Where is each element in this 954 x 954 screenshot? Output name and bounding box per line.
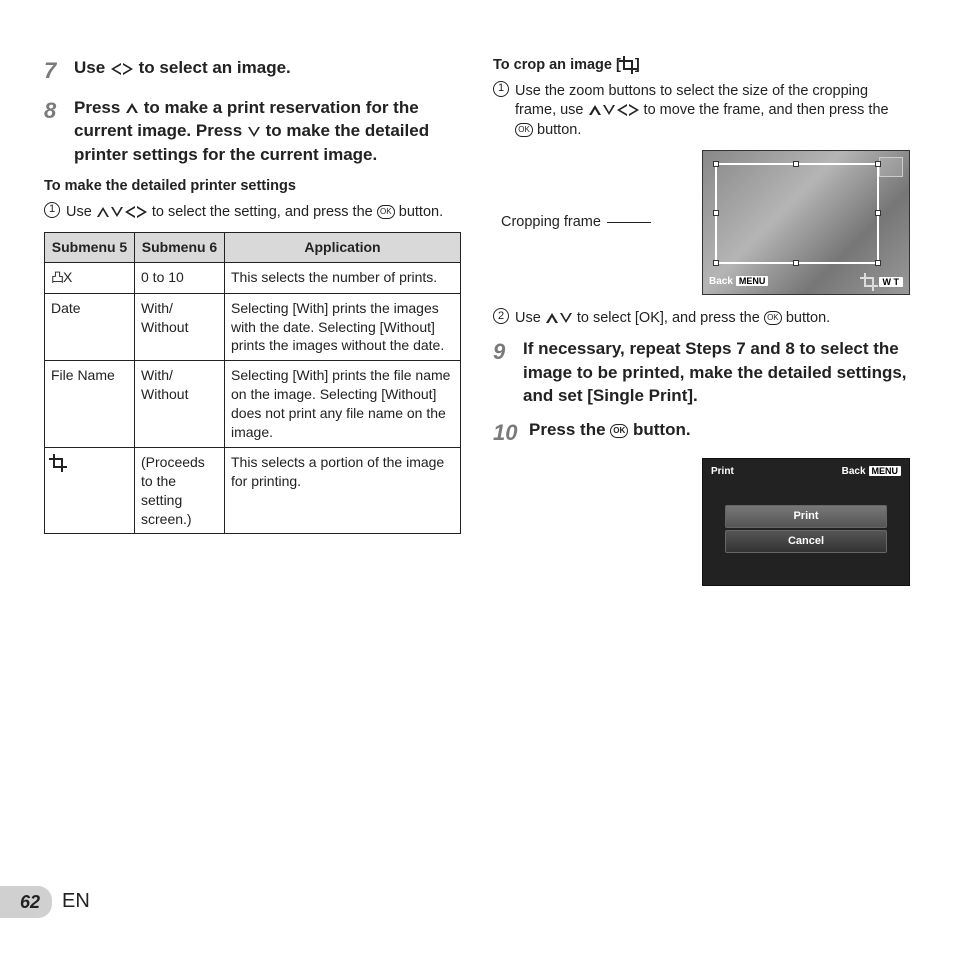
- crop-substep-1: 1 Use the zoom buttons to select the siz…: [493, 82, 910, 141]
- cropping-frame-callout: Cropping frame BackMENU W T: [501, 150, 910, 295]
- leader-line: [607, 222, 651, 223]
- ok-button-icon: OK: [764, 311, 782, 325]
- ok-button-icon: OK: [610, 424, 628, 438]
- circled-2-icon: 2: [493, 308, 509, 324]
- step-7: 7 Use to select an image.: [44, 56, 461, 86]
- col-submenu6: Submenu 6: [135, 233, 225, 263]
- table-row: Date With/ Without Selecting [With] prin…: [45, 293, 461, 361]
- page-number: 62: [0, 886, 52, 918]
- circled-1-icon: 1: [493, 81, 509, 97]
- right-arrow-icon: [123, 63, 133, 75]
- crop-icon: [621, 58, 635, 72]
- step-9: 9 If necessary, repeat Steps 7 and 8 to …: [493, 337, 910, 408]
- step-9-number: 9: [493, 337, 523, 367]
- detailed-settings-heading: To make the detailed printer settings: [44, 177, 461, 197]
- page-footer: 62 EN: [0, 886, 90, 918]
- overlay-badge-icon: [879, 157, 903, 177]
- print-option-print: Print: [725, 505, 887, 528]
- down-arrow-icon: [111, 207, 123, 217]
- right-arrow-icon: [137, 206, 147, 218]
- crop-icon: [51, 456, 65, 470]
- language-label: EN: [62, 888, 90, 915]
- ok-button-icon: OK: [515, 123, 533, 137]
- step-8-text: Press to make a print reservation for th…: [74, 96, 461, 167]
- cropping-frame-label: Cropping frame: [501, 213, 601, 233]
- step-10-text: Press the OK button.: [529, 418, 910, 442]
- left-arrow-icon: [111, 63, 121, 75]
- menu-badge: MENU: [736, 276, 769, 286]
- down-arrow-icon: [248, 127, 260, 137]
- print-menu-header: Print BackMENU: [711, 465, 901, 479]
- table-header-row: Submenu 5 Submenu 6 Application: [45, 233, 461, 263]
- table-row: File Name With/ Without Selecting [With]…: [45, 361, 461, 448]
- step-7-text: Use to select an image.: [74, 56, 461, 80]
- up-arrow-icon: [97, 207, 109, 217]
- up-arrow-icon: [589, 105, 601, 115]
- left-arrow-icon: [125, 206, 135, 218]
- step-10: 10 Press the OK button.: [493, 418, 910, 448]
- circled-1-icon: 1: [44, 202, 60, 218]
- up-arrow-icon: [546, 313, 558, 323]
- printer-settings-table: Submenu 5 Submenu 6 Application 凸X 0 to …: [44, 232, 461, 534]
- print-menu-options: Print Cancel: [725, 505, 887, 555]
- left-column: 7 Use to select an image. 8 Press to mak…: [44, 56, 461, 586]
- page-content: 7 Use to select an image. 8 Press to mak…: [0, 0, 954, 586]
- table-row: 凸X 0 to 10 This selects the number of pr…: [45, 263, 461, 294]
- crop-preview-screenshot: BackMENU W T: [702, 150, 910, 295]
- table-row: (Proceeds to the setting screen.) This s…: [45, 447, 461, 534]
- right-column: To crop an image [] 1 Use the zoom butto…: [493, 56, 910, 586]
- print-option-cancel: Cancel: [725, 530, 887, 553]
- menu-badge: MENU: [869, 466, 902, 476]
- left-arrow-icon: [617, 104, 627, 116]
- crop-preview-footer: BackMENU W T: [709, 275, 903, 289]
- up-arrow-icon: [126, 103, 138, 113]
- down-arrow-icon: [603, 105, 615, 115]
- crop-heading: To crop an image []: [493, 56, 910, 76]
- step-10-number: 10: [493, 418, 529, 448]
- right-arrow-icon: [629, 104, 639, 116]
- step-8: 8 Press to make a print reservation for …: [44, 96, 461, 167]
- step-8-number: 8: [44, 96, 74, 126]
- wt-zoom-badge: W T: [879, 277, 904, 287]
- print-order-icon: 凸: [51, 271, 63, 286]
- ok-button-icon: OK: [377, 205, 395, 219]
- print-menu-title: Print: [711, 465, 734, 479]
- cropping-frame-rectangle: [715, 163, 879, 264]
- step-9-text: If necessary, repeat Steps 7 and 8 to se…: [523, 337, 910, 408]
- col-application: Application: [225, 233, 461, 263]
- print-menu-screenshot: Print BackMENU Print Cancel: [702, 458, 910, 586]
- crop-icon: [862, 275, 876, 289]
- step-7-number: 7: [44, 56, 74, 86]
- down-arrow-icon: [560, 313, 572, 323]
- detailed-settings-substep: 1 Use to select the setting, and press t…: [44, 203, 461, 223]
- crop-substep-2: 2 Use to select [OK], and press the OK b…: [493, 309, 910, 329]
- col-submenu5: Submenu 5: [45, 233, 135, 263]
